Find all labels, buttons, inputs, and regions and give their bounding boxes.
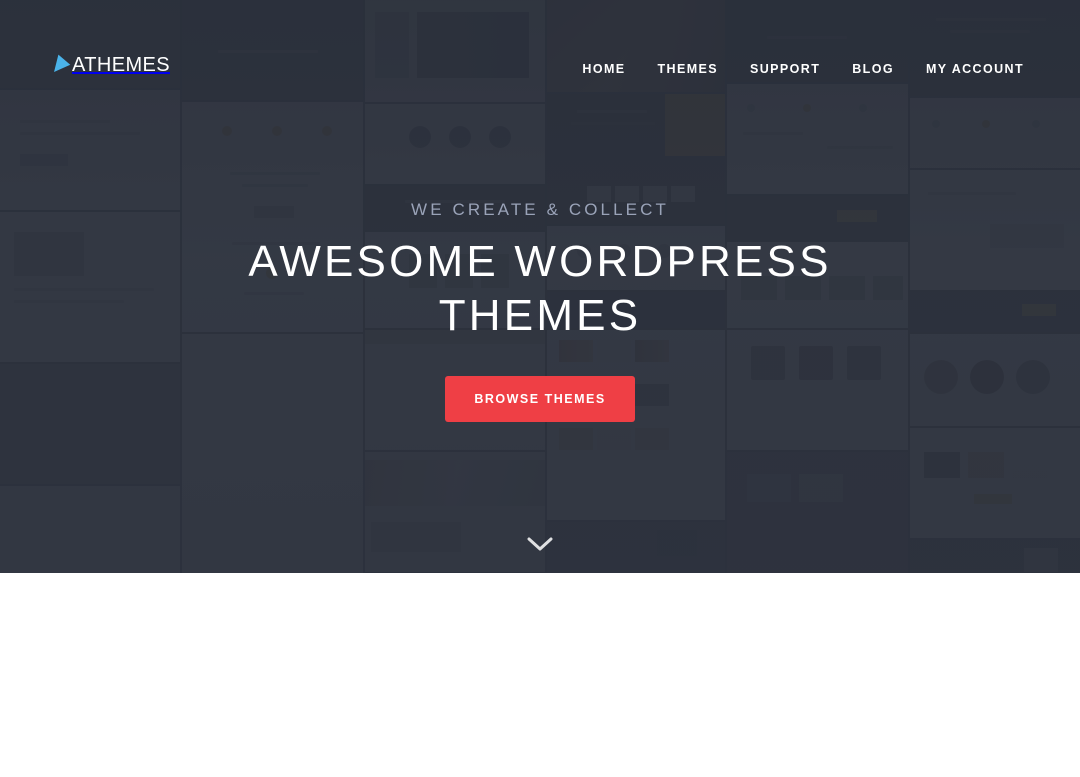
main-navigation: HOME THEMES SUPPORT BLOG MY ACCOUNT [566, 58, 1040, 80]
logo-text: ATHEMES [72, 54, 170, 76]
scroll-down-button[interactable] [0, 537, 1080, 557]
nav-item-support[interactable]: SUPPORT [734, 58, 836, 80]
nav-item-home[interactable]: HOME [566, 58, 641, 80]
hero-headline: AWESOME WORDPRESS THEMES [0, 240, 1080, 338]
nav-item-themes[interactable]: THEMES [642, 58, 735, 80]
hero-headline-line1: AWESOME WORDPRESS [248, 237, 832, 286]
hero-content: WE CREATE & COLLECT AWESOME WORDPRESS TH… [0, 200, 1080, 422]
nav-item-my-account[interactable]: MY ACCOUNT [910, 58, 1040, 80]
nav-item-blog[interactable]: BLOG [836, 58, 910, 80]
browse-themes-button[interactable]: BROWSE THEMES [445, 376, 635, 422]
site-logo[interactable]: ATHEMES [54, 54, 170, 77]
hero-headline-line2: THEMES [438, 291, 642, 340]
site-header: ATHEMES HOME THEMES SUPPORT BLOG MY ACCO… [0, 0, 1080, 132]
hero-eyebrow: WE CREATE & COLLECT [411, 200, 669, 219]
chevron-down-icon [527, 537, 553, 551]
hero-section: ATHEMES HOME THEMES SUPPORT BLOG MY ACCO… [0, 0, 1080, 573]
triangle-play-icon [54, 54, 72, 75]
recent-themes-section: RECENT THEMES [0, 573, 1080, 777]
